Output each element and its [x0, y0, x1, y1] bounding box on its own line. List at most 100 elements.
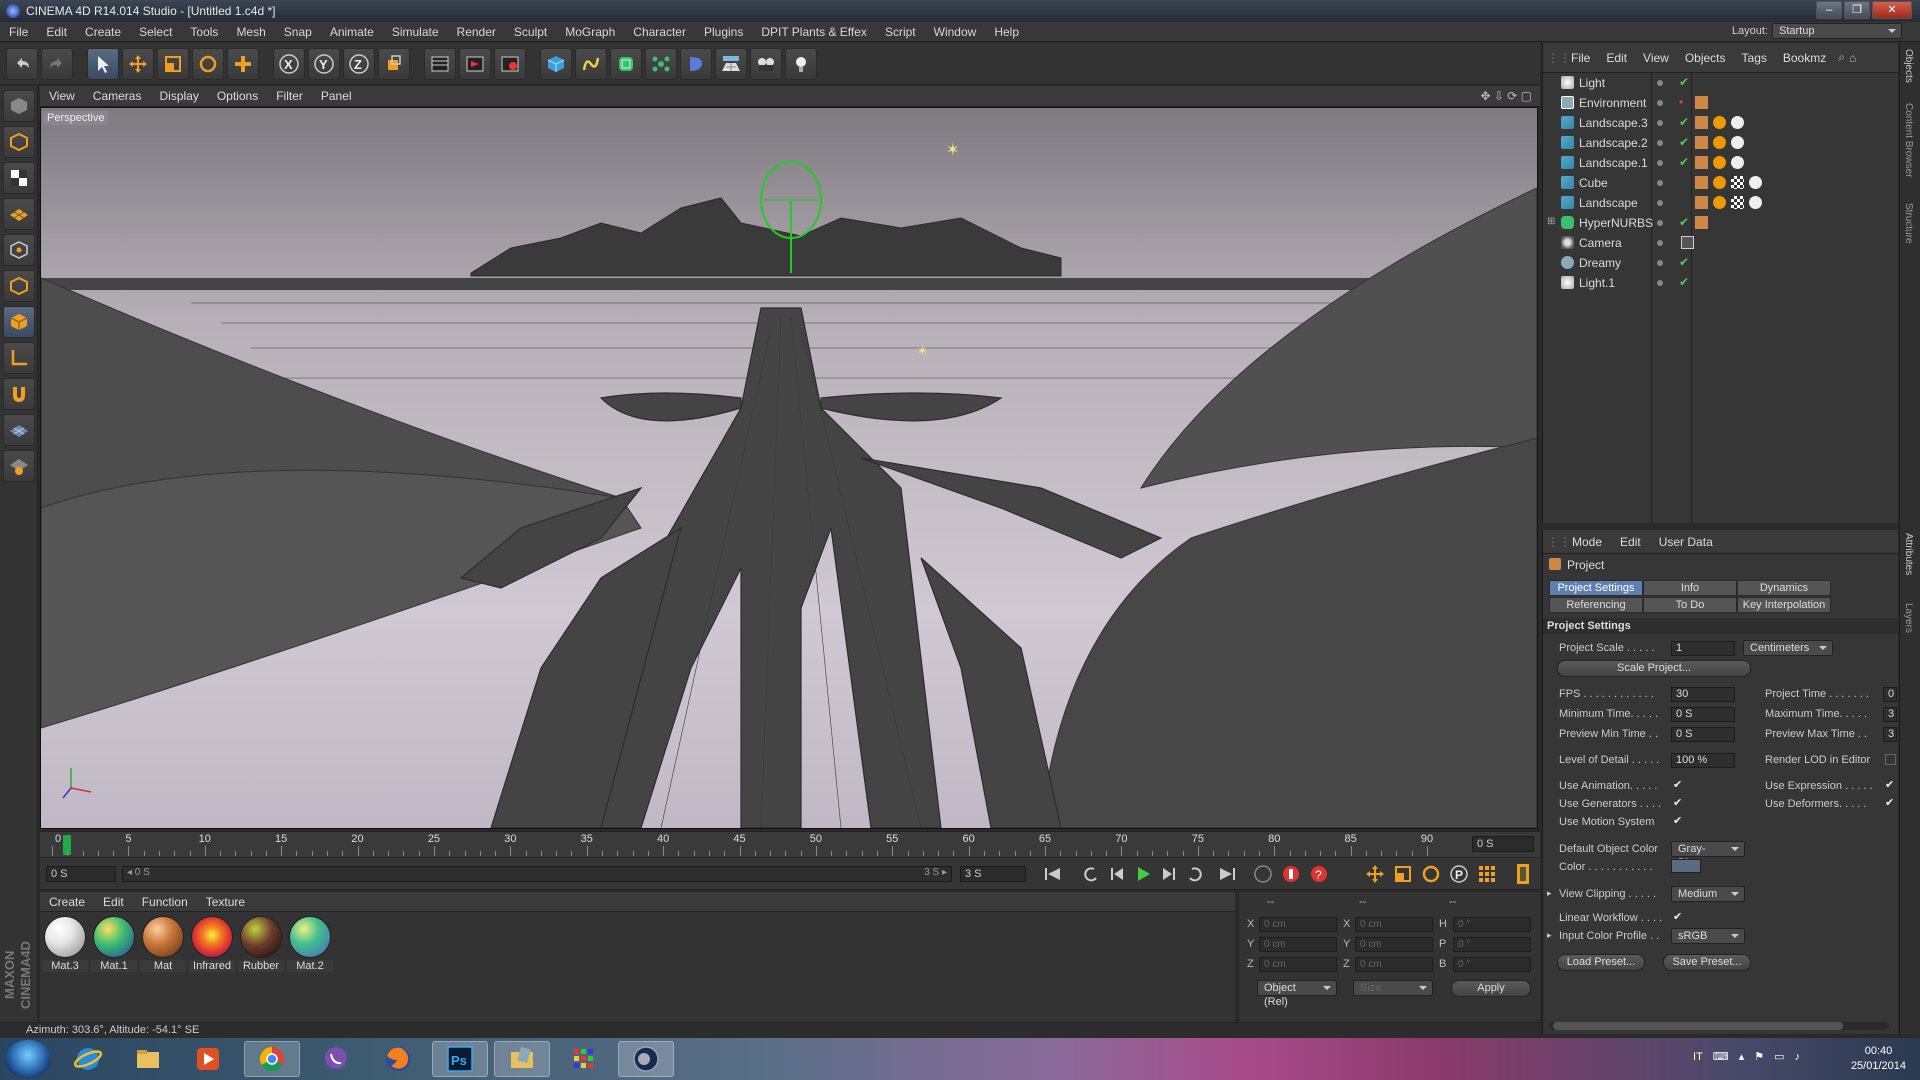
grid-snap-icon[interactable]	[2, 414, 35, 446]
min-time-field[interactable]: 0 S	[1671, 707, 1735, 722]
object-menu-bookmarks[interactable]: Bookmz	[1775, 43, 1834, 73]
locked-workplane-icon[interactable]	[2, 450, 35, 482]
rotation-b-field[interactable]: 0 °	[1453, 957, 1531, 972]
autokey-icon[interactable]	[1278, 862, 1304, 886]
tab-info[interactable]: Info	[1643, 580, 1737, 596]
color-swatch[interactable]	[1671, 859, 1701, 873]
minimize-button[interactable]: –	[1816, 1, 1842, 19]
move-icon[interactable]	[122, 47, 154, 80]
preview-min-field[interactable]: 0 S	[1671, 727, 1735, 742]
explorer-icon[interactable]	[120, 1041, 176, 1077]
material-tag-icon[interactable]	[1731, 116, 1744, 129]
position-x-field[interactable]: 0 cm	[1259, 917, 1337, 932]
tab-project-settings[interactable]: Project Settings	[1549, 580, 1643, 596]
material-swatch[interactable]: Mat.3	[42, 916, 88, 972]
prev-frame-icon[interactable]	[1104, 862, 1130, 886]
save-preset-button[interactable]: Save Preset...	[1663, 954, 1751, 971]
use-deformers-checkbox[interactable]: ✔	[1885, 798, 1896, 809]
rotate-icon[interactable]	[192, 47, 224, 80]
size-y-field[interactable]: 0 cm	[1355, 937, 1433, 952]
array-icon[interactable]	[645, 47, 677, 80]
phong-tag-icon[interactable]	[1695, 116, 1708, 129]
menu-file[interactable]: File	[0, 22, 37, 42]
spline-icon[interactable]	[575, 47, 607, 80]
magnet-icon[interactable]	[2, 378, 35, 410]
viewport-menu-panel[interactable]: Panel	[312, 86, 361, 107]
next-frame-icon[interactable]	[1156, 862, 1182, 886]
default-object-color-dropdown[interactable]: Gray-Blue	[1671, 841, 1745, 869]
enabled-check-icon[interactable]: ✔	[1679, 215, 1689, 229]
x-axis-icon[interactable]: X	[273, 47, 305, 80]
end-time-field[interactable]: 3 S	[960, 866, 1026, 882]
layout-dropdown[interactable]: Startup	[1772, 23, 1902, 39]
apply-button[interactable]: Apply	[1451, 980, 1531, 997]
attribute-menu-edit[interactable]: Edit	[1611, 530, 1650, 554]
project-time-field[interactable]: 0	[1883, 687, 1897, 702]
object-row-landscape-1[interactable]: Landscape.1 ✔	[1543, 153, 1899, 173]
render-settings-icon[interactable]	[494, 47, 526, 80]
size-mode-dropdown[interactable]: Size	[1353, 980, 1433, 996]
material-menu-edit[interactable]: Edit	[94, 892, 133, 912]
horizontal-scrollbar[interactable]	[1549, 1022, 1889, 1030]
redo-icon[interactable]	[41, 47, 73, 80]
clock[interactable]: 00:40 25/01/2014	[1851, 1044, 1906, 1074]
menu-animate[interactable]: Animate	[321, 22, 383, 42]
timeline-ruler[interactable]: 0 5 10 15 20 25 30 35 40 45 50 55 60 65 70 75 80 85 90 0 S	[40, 831, 1540, 857]
material-tag-icon[interactable]	[1749, 196, 1762, 209]
floor-icon[interactable]	[715, 47, 747, 80]
y-axis-icon[interactable]: Y	[308, 47, 340, 80]
language-indicator[interactable]: IT	[1693, 1051, 1703, 1063]
photoshop-icon[interactable]: Ps	[432, 1041, 488, 1077]
project-scale-field[interactable]: 1	[1671, 641, 1735, 656]
object-row-cube[interactable]: Cube	[1543, 173, 1899, 193]
vtab-content-browser[interactable]: Content Browser	[1903, 103, 1914, 177]
viewport-menu-cameras[interactable]: Cameras	[84, 86, 151, 107]
timeline-window-icon[interactable]	[1510, 862, 1536, 886]
keyframe-selection-icon[interactable]: ?	[1306, 862, 1332, 886]
app-grid-icon[interactable]	[556, 1041, 612, 1077]
start-time-field[interactable]: 0 S	[46, 866, 116, 882]
ie-icon[interactable]	[60, 1041, 116, 1077]
prev-key-icon[interactable]	[1078, 862, 1104, 886]
visibility-dot[interactable]	[1657, 200, 1663, 206]
viewport-nav-icons[interactable]: ✥ ⇩ ⟳ ▢	[1480, 89, 1532, 103]
use-expression-checkbox[interactable]: ✔	[1885, 780, 1896, 791]
menu-script[interactable]: Script	[876, 22, 925, 42]
viewport-menu-options[interactable]: Options	[208, 86, 267, 107]
visibility-dot[interactable]	[1657, 100, 1663, 106]
menu-mograph[interactable]: MoGraph	[556, 22, 624, 42]
preview-range-slider[interactable]: ◂ 0 S 3 S ▸	[122, 866, 952, 882]
expand-arrow-icon[interactable]: ▸	[1547, 930, 1552, 941]
object-menu-objects[interactable]: Objects	[1677, 43, 1734, 73]
render-picture-icon[interactable]	[459, 47, 491, 80]
tab-key-interpolation[interactable]: Key Interpolation	[1737, 597, 1831, 613]
expand-arrow-icon[interactable]: ▸	[1547, 888, 1552, 899]
tag-icon[interactable]	[1695, 96, 1708, 109]
enabled-check-icon[interactable]: ✔	[1679, 255, 1689, 269]
object-row-camera[interactable]: Camera	[1543, 233, 1899, 253]
menu-character[interactable]: Character	[624, 22, 695, 42]
light-icon[interactable]	[785, 47, 817, 80]
polygons-mode-icon[interactable]	[2, 306, 35, 338]
point-level-icon[interactable]	[1474, 862, 1500, 886]
expand-icon[interactable]: ⊞	[1547, 216, 1555, 227]
next-key-icon[interactable]	[1182, 862, 1208, 886]
object-row-environment[interactable]: Environment •	[1543, 93, 1899, 113]
rotation-key-icon[interactable]	[1418, 862, 1444, 886]
vtab-layers[interactable]: Layers	[1903, 603, 1914, 633]
camera-icon[interactable]	[750, 47, 782, 80]
visibility-dot[interactable]	[1657, 140, 1663, 146]
edges-mode-icon[interactable]	[2, 270, 35, 302]
material-tag-icon[interactable]	[1749, 176, 1762, 189]
position-y-field[interactable]: 0 cm	[1259, 937, 1337, 952]
keyboard-icon[interactable]: ⌨	[1713, 1050, 1729, 1063]
scale-icon[interactable]	[157, 47, 189, 80]
visibility-dot[interactable]	[1657, 280, 1663, 286]
visibility-dot[interactable]	[1657, 220, 1663, 226]
checker-tag-icon[interactable]	[1731, 176, 1744, 189]
menu-render[interactable]: Render	[448, 22, 505, 42]
home-icon[interactable]: ⌂	[1849, 51, 1856, 65]
enabled-check-icon[interactable]: ✔	[1679, 155, 1689, 169]
frame-ruler[interactable]: 0 5 10 15 20 25 30 35 40 45 50 55 60 65 70 75 80 85 90	[52, 832, 1452, 858]
show-hidden-icon[interactable]: ▴	[1739, 1050, 1745, 1063]
